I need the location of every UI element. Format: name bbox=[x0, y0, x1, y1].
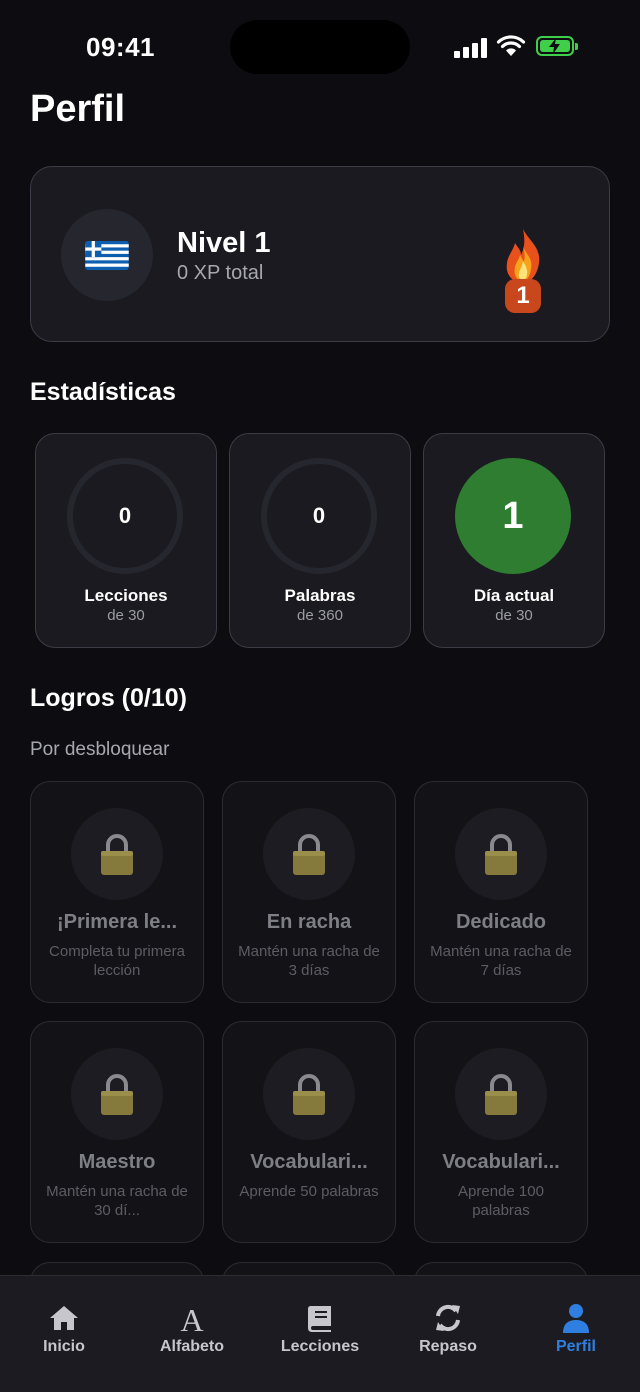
stat-value: 1 bbox=[502, 495, 524, 537]
stat-label: Lecciones bbox=[84, 586, 168, 605]
tab-bar: Inicio A Alfabeto Lecciones Repaso Perfi… bbox=[0, 1275, 640, 1392]
tab-perfil[interactable]: Perfil bbox=[512, 1276, 640, 1366]
achievement-card[interactable]: En racha Mantén una racha de 3 días bbox=[222, 781, 396, 1003]
achievement-card[interactable]: ¡Primera le... Completa tu primera lecció… bbox=[30, 781, 204, 1003]
stat-label: Palabras bbox=[284, 586, 356, 605]
dynamic-island bbox=[230, 20, 410, 74]
level-label: Nivel 1 bbox=[177, 227, 271, 259]
achievement-card[interactable]: Vocabulari... Aprende 50 palabras bbox=[222, 1021, 396, 1243]
battery-charging-icon bbox=[536, 36, 578, 56]
achievement-card[interactable]: Dedicado Mantén una racha de 7 días bbox=[414, 781, 588, 1003]
book-icon bbox=[308, 1306, 331, 1332]
profile-card: Nivel 1 0 XP total 1 bbox=[30, 166, 610, 342]
stat-value: 0 bbox=[312, 503, 326, 528]
achievement-card[interactable]: Maestro Mantén una racha de 30 dí... bbox=[30, 1021, 204, 1243]
tab-label: Alfabeto bbox=[160, 1338, 224, 1355]
achievement-title: Vocabulari... bbox=[250, 1151, 368, 1173]
achievement-icon-circle bbox=[455, 1048, 547, 1140]
stat-label: Día actual bbox=[473, 586, 555, 605]
user-icon bbox=[563, 1304, 589, 1333]
lock-icon bbox=[101, 834, 133, 875]
stat-value: 0 bbox=[118, 503, 132, 528]
achievement-title: Vocabulari... bbox=[442, 1151, 560, 1173]
progress-ring: 0 bbox=[261, 458, 377, 574]
stat-sublabel: de 30 bbox=[107, 607, 145, 624]
tab-alfabeto[interactable]: A Alfabeto bbox=[128, 1276, 256, 1366]
tab-label: Perfil bbox=[555, 1338, 596, 1355]
language-avatar[interactable] bbox=[61, 209, 153, 301]
lock-icon bbox=[485, 834, 517, 875]
progress-ring: 0 bbox=[67, 458, 183, 574]
streak-badge: 1 bbox=[505, 279, 541, 313]
achievement-description: Aprende 100 palabras bbox=[458, 1183, 544, 1219]
stat-card-current-day: 1 Día actual de 30 bbox=[423, 433, 605, 648]
status-time: 09:41 bbox=[86, 32, 155, 62]
page-title: Perfil bbox=[30, 88, 126, 130]
achievement-description: Completa tu primera lección bbox=[49, 943, 185, 979]
lock-icon bbox=[293, 834, 325, 875]
lock-icon bbox=[101, 1074, 133, 1115]
progress-ring: 1 bbox=[455, 458, 571, 574]
lock-icon bbox=[485, 1074, 517, 1115]
stat-card-words: 0 Palabras de 360 bbox=[229, 433, 411, 648]
tab-label: Inicio bbox=[43, 1338, 85, 1355]
stat-card-lessons: 0 Lecciones de 30 bbox=[35, 433, 217, 648]
cellular-signal-icon bbox=[454, 38, 488, 58]
achievement-description: Aprende 50 palabras bbox=[239, 1183, 379, 1200]
locked-achievements-label: Por desbloquear bbox=[30, 739, 170, 760]
stat-sublabel: de 360 bbox=[297, 607, 343, 624]
achievement-title: ¡Primera le... bbox=[56, 911, 178, 933]
tab-lecciones[interactable]: Lecciones bbox=[256, 1276, 384, 1366]
xp-total: 0 XP total bbox=[177, 262, 264, 284]
alphabet-icon: A bbox=[180, 1302, 203, 1334]
achievement-icon-circle bbox=[71, 1048, 163, 1140]
wifi-icon bbox=[496, 35, 526, 56]
achievement-title: Maestro bbox=[78, 1151, 156, 1173]
achievement-icon-circle bbox=[263, 1048, 355, 1140]
refresh-icon bbox=[436, 1304, 460, 1332]
greece-flag-icon bbox=[85, 241, 129, 270]
stat-sublabel: de 30 bbox=[495, 607, 533, 624]
tab-inicio[interactable]: Inicio bbox=[0, 1276, 128, 1366]
achievement-icon-circle bbox=[455, 808, 547, 900]
tab-repaso[interactable]: Repaso bbox=[384, 1276, 512, 1366]
achievement-icon-circle bbox=[71, 808, 163, 900]
achievement-card[interactable]: Vocabulari... Aprende 100 palabras bbox=[414, 1021, 588, 1243]
status-bar: 09:41 bbox=[0, 0, 640, 90]
svg-text:A: A bbox=[180, 1302, 203, 1334]
achievement-icon-circle bbox=[263, 808, 355, 900]
achievement-description: Mantén una racha de 7 días bbox=[430, 943, 572, 979]
lock-icon bbox=[293, 1074, 325, 1115]
achievement-title: Dedicado bbox=[455, 911, 547, 933]
home-icon bbox=[50, 1306, 78, 1330]
fire-icon bbox=[506, 229, 540, 283]
achievement-description: Mantén una racha de 30 dí... bbox=[46, 1183, 188, 1219]
achievements-section-title: Logros (0/10) bbox=[30, 684, 187, 712]
stats-section-title: Estadísticas bbox=[30, 378, 176, 406]
tab-label: Repaso bbox=[419, 1338, 477, 1355]
achievement-title: En racha bbox=[266, 911, 352, 933]
tab-label: Lecciones bbox=[280, 1338, 360, 1355]
achievement-description: Mantén una racha de 3 días bbox=[238, 943, 380, 979]
